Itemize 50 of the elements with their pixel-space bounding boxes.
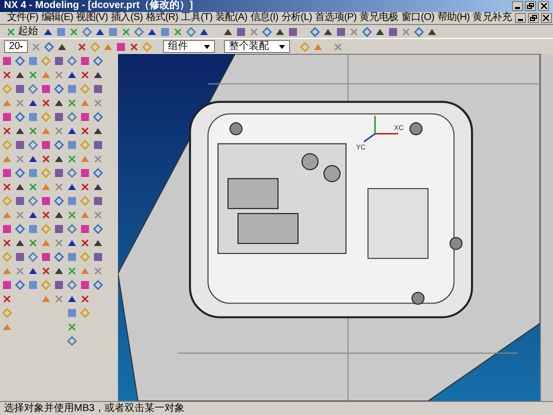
caret-icon [20, 44, 23, 48]
menu-item[interactable]: 窗口(O) [401, 13, 434, 23]
menu-item[interactable]: 编辑(E) [41, 13, 74, 23]
toolbar-icon[interactable] [41, 154, 51, 164]
toolbar-icon[interactable] [2, 182, 12, 192]
toolbar-icon[interactable] [129, 42, 139, 52]
toolbar-icon[interactable] [2, 70, 12, 80]
toolbar-icon[interactable] [80, 238, 90, 248]
close-icon [543, 15, 550, 21]
menu-item[interactable]: 首选项(P) [315, 13, 357, 23]
close-icon [540, 3, 546, 9]
toolbar-icon[interactable] [77, 42, 87, 52]
menu-item[interactable]: 帮助(H) [437, 13, 470, 23]
toolbar-icon[interactable] [41, 210, 51, 220]
dropdown-field[interactable]: 20 [4, 40, 28, 53]
menu-item[interactable]: 分析(L) [281, 13, 312, 23]
menu-item[interactable]: 工具(T) [181, 13, 212, 23]
scrollbar[interactable] [540, 54, 553, 401]
toolbar-icon[interactable] [80, 182, 90, 192]
dropdown-field[interactable]: 整个装配 [224, 40, 290, 53]
dropdown-field[interactable]: 组件 [163, 40, 215, 53]
menu-item[interactable]: 插入(S) [110, 13, 143, 23]
toolbar-icon[interactable] [41, 266, 51, 276]
toolbar-icon[interactable] [41, 98, 51, 108]
menu-item[interactable]: 黄兄补充 [472, 13, 512, 23]
close-button[interactable] [540, 13, 552, 23]
close-button[interactable] [538, 1, 549, 11]
status-message: 选择对象并使用MB3，或者双击某一对象 [4, 404, 185, 414]
menu-item[interactable]: 黄兄电极 [360, 13, 398, 23]
caret-icon [204, 44, 210, 48]
menu-item[interactable]: 装配(A) [215, 13, 248, 23]
menu-item[interactable]: 格式(R) [146, 13, 178, 23]
minimize-icon [515, 7, 520, 9]
menu-item[interactable]: 信息(I) [250, 13, 278, 23]
restore-button[interactable] [528, 13, 539, 23]
start-button[interactable]: 起始 [4, 26, 40, 36]
toolbar-icon[interactable] [80, 126, 90, 136]
toolbar-icon[interactable] [2, 126, 12, 136]
toolbar-icon[interactable] [2, 238, 12, 248]
menu-item[interactable]: 视图(V) [76, 13, 108, 23]
toolbar-icon[interactable] [80, 294, 90, 304]
minimize-button[interactable] [514, 13, 526, 23]
minimize-button[interactable] [512, 1, 523, 11]
window-title: NX 4 - Modeling - [dcover.prt（修改的）] [4, 1, 193, 11]
restore-button[interactable] [525, 1, 536, 11]
caret-icon [279, 44, 285, 48]
menu-item[interactable]: 文件(F) [7, 13, 38, 23]
toolbar-icon[interactable] [2, 294, 12, 304]
minimize-icon [518, 19, 523, 21]
toolbar-icon[interactable] [80, 70, 90, 80]
